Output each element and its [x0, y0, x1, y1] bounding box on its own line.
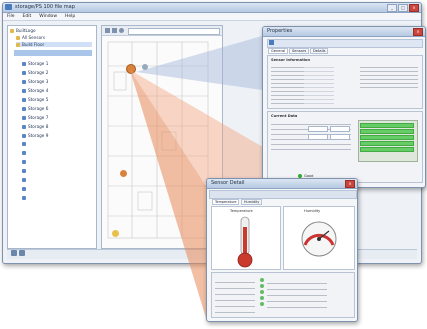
section-heading: Current Data	[271, 114, 298, 118]
status-indicator-icon	[260, 284, 264, 288]
info-lines-right	[360, 64, 418, 88]
gauge-window: Sensor Detail × Temperature Humidity Tem…	[206, 178, 358, 322]
level-bar	[360, 123, 414, 128]
humidity-panel: Humidity	[283, 206, 355, 270]
value-field[interactable]	[330, 126, 350, 132]
screenshot-root: { "main_window": { "title": "storage/PS …	[0, 0, 427, 329]
dial-gauge-icon	[301, 221, 337, 257]
properties-window: Properties × General Sensors Details Sen…	[262, 26, 426, 188]
properties-title: Properties	[267, 28, 293, 34]
info-values	[304, 64, 334, 106]
thermometer-icon	[237, 216, 253, 268]
gauge-window-title: Sensor Detail	[211, 180, 245, 186]
status-text-lines	[267, 278, 327, 308]
tab-general[interactable]: General	[268, 48, 289, 54]
close-button[interactable]: ×	[345, 180, 355, 188]
status-lines	[215, 277, 255, 313]
section-heading: Sensor Information	[271, 58, 311, 62]
current-data-panel: Current Data Good	[267, 111, 423, 183]
gauge-toolbar	[209, 190, 357, 199]
tab-humidity[interactable]: Humidity	[241, 199, 263, 205]
status-panel	[211, 272, 355, 318]
value-field[interactable]	[308, 126, 328, 132]
status-indicator-icon	[260, 290, 264, 294]
level-bar	[360, 141, 414, 146]
properties-titlebar: Properties ×	[263, 27, 425, 37]
status-indicator-icon	[260, 302, 264, 306]
status-indicator-icon	[260, 296, 264, 300]
value-field[interactable]	[330, 134, 350, 140]
tab-sensors[interactable]: Sensors	[289, 48, 310, 54]
tab-details[interactable]: Details	[310, 48, 329, 54]
panel-heading: Humidity	[304, 209, 321, 213]
props-header-strip	[267, 39, 423, 48]
gauge-titlebar: Sensor Detail ×	[207, 179, 357, 189]
level-bar	[360, 147, 414, 152]
temperature-panel: Temperature	[211, 206, 281, 270]
panel-heading: Temperature	[230, 209, 253, 213]
close-button[interactable]: ×	[413, 28, 423, 36]
sensor-info-panel: Sensor Information	[267, 55, 423, 109]
status-indicator-icon	[260, 278, 264, 282]
level-bar	[360, 135, 414, 140]
tab-temperature[interactable]: Temperature	[212, 199, 240, 205]
level-bar	[360, 129, 414, 134]
value-field[interactable]	[308, 134, 328, 140]
props-header-icon	[269, 40, 274, 45]
